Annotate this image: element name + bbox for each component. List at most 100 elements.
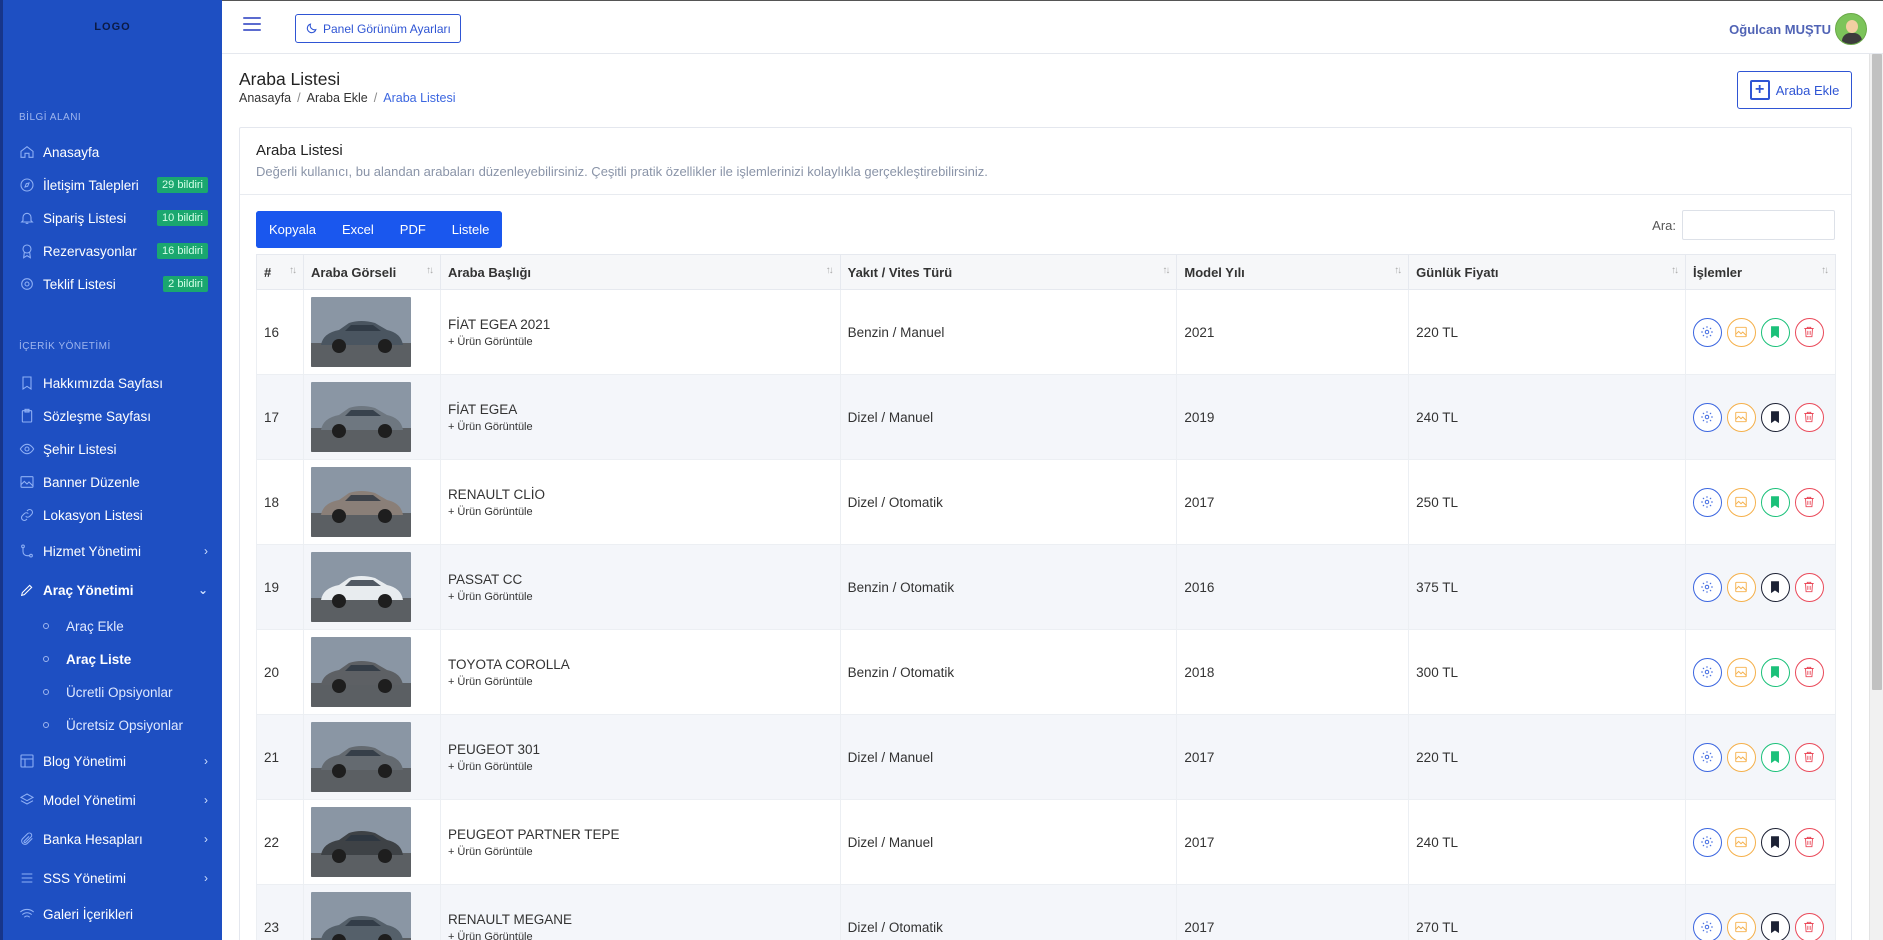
featured-toggle-button[interactable] bbox=[1760, 827, 1790, 857]
delete-button[interactable] bbox=[1794, 402, 1824, 432]
sidebar-item-blog[interactable]: Blog Yönetimi › bbox=[19, 748, 208, 774]
delete-button[interactable] bbox=[1794, 742, 1824, 772]
car-thumbnail[interactable] bbox=[310, 892, 411, 940]
breadcrumb-home[interactable]: Anasayfa bbox=[239, 91, 291, 105]
column-header-fuel[interactable]: Yakıt / Vites Türü ↑↓ bbox=[839, 254, 1178, 290]
sidebar-item-galeri[interactable]: Galeri İçerikleri bbox=[19, 901, 208, 927]
view-product-link[interactable]: + Ürün Görüntüle bbox=[448, 591, 833, 603]
card-description: Değerli kullanıcı, bu alandan arabaları … bbox=[256, 164, 988, 179]
car-thumbnail[interactable] bbox=[310, 722, 411, 792]
featured-toggle-button[interactable] bbox=[1760, 912, 1790, 940]
delete-button[interactable] bbox=[1794, 912, 1824, 940]
sidebar-item-teklif[interactable]: Teklif Listesi 2 bildiri bbox=[19, 271, 208, 297]
bookmark-icon bbox=[1771, 921, 1780, 934]
sidebar-subitem-arac-liste[interactable]: Araç Liste bbox=[43, 647, 131, 671]
sidebar-item-sss[interactable]: SSS Yönetimi › bbox=[19, 865, 208, 891]
car-thumbnail[interactable] bbox=[310, 297, 411, 367]
sidebar-item-hakkimizda[interactable]: Hakkımızda Sayfası bbox=[19, 370, 208, 396]
menu-toggle-icon[interactable] bbox=[243, 17, 261, 31]
settings-button[interactable] bbox=[1692, 827, 1722, 857]
gallery-button[interactable] bbox=[1726, 572, 1756, 602]
view-product-link[interactable]: + Ürün Görüntüle bbox=[448, 931, 833, 940]
car-thumbnail[interactable] bbox=[310, 467, 411, 537]
column-header-image[interactable]: Araba Görseli ↑↓ bbox=[302, 254, 441, 290]
trash-icon bbox=[1804, 326, 1815, 338]
sidebar-item-model[interactable]: Model Yönetimi › bbox=[19, 787, 208, 813]
table-row: 23 RENAULT MEGANE + Ürün Görüntüle Dizel… bbox=[256, 884, 1837, 940]
view-product-link[interactable]: + Ürün Görüntüle bbox=[448, 676, 833, 688]
user-menu[interactable]: Oğulcan MUŞTU bbox=[1729, 13, 1867, 45]
gallery-button[interactable] bbox=[1726, 402, 1756, 432]
car-thumbnail[interactable] bbox=[310, 382, 411, 452]
featured-toggle-button[interactable] bbox=[1760, 742, 1790, 772]
sidebar-item-banner[interactable]: Banner Düzenle bbox=[19, 469, 208, 495]
delete-button[interactable] bbox=[1794, 487, 1824, 517]
sidebar-item-arac[interactable]: Araç Yönetimi ⌄ bbox=[19, 577, 208, 603]
scrollbar-thumb[interactable] bbox=[1872, 54, 1882, 690]
list-button[interactable]: Listele bbox=[438, 211, 503, 248]
featured-toggle-button[interactable] bbox=[1760, 402, 1790, 432]
notification-badge: 10 bildiri bbox=[157, 210, 208, 226]
list-icon bbox=[19, 870, 35, 886]
search-input[interactable] bbox=[1682, 210, 1835, 240]
sidebar-item-lokasyon[interactable]: Lokasyon Listesi bbox=[19, 502, 208, 528]
car-thumbnail[interactable] bbox=[310, 552, 411, 622]
settings-button[interactable] bbox=[1692, 317, 1722, 347]
sidebar-subitem-arac-ekle[interactable]: Araç Ekle bbox=[43, 614, 124, 638]
pdf-button[interactable]: PDF bbox=[386, 211, 439, 248]
column-header-price[interactable]: Günlük Fiyatı ↑↓ bbox=[1408, 254, 1686, 290]
delete-button[interactable] bbox=[1794, 827, 1824, 857]
breadcrumb-add[interactable]: Araba Ekle bbox=[307, 91, 368, 105]
bookmark-icon bbox=[19, 375, 35, 391]
view-product-link[interactable]: + Ürün Görüntüle bbox=[448, 336, 833, 348]
featured-toggle-button[interactable] bbox=[1760, 657, 1790, 687]
settings-button[interactable] bbox=[1692, 912, 1722, 940]
sidebar-item-anasayfa[interactable]: Anasayfa bbox=[19, 139, 208, 165]
gallery-button[interactable] bbox=[1726, 487, 1756, 517]
settings-button[interactable] bbox=[1692, 742, 1722, 772]
delete-button[interactable] bbox=[1794, 572, 1824, 602]
sidebar-item-sehir[interactable]: Şehir Listesi bbox=[19, 436, 208, 462]
column-header-year[interactable]: Model Yılı ↑↓ bbox=[1176, 254, 1410, 290]
car-thumbnail[interactable] bbox=[310, 637, 411, 707]
featured-toggle-button[interactable] bbox=[1760, 317, 1790, 347]
sidebar-subitem-ucretsiz[interactable]: Ücretsiz Opsiyonlar bbox=[43, 713, 183, 737]
sidebar-item-iletisim[interactable]: İletişim Talepleri 29 bildiri bbox=[19, 172, 208, 198]
delete-button[interactable] bbox=[1794, 657, 1824, 687]
add-car-button[interactable]: + Araba Ekle bbox=[1737, 71, 1852, 109]
panel-view-settings-button[interactable]: Panel Görünüm Ayarları bbox=[295, 14, 461, 43]
sidebar-item-sozlesme[interactable]: Sözleşme Sayfası bbox=[19, 403, 208, 429]
view-product-link[interactable]: + Ürün Görüntüle bbox=[448, 421, 833, 433]
column-header-id[interactable]: # ↑↓ bbox=[256, 254, 304, 290]
copy-button[interactable]: Kopyala bbox=[256, 211, 329, 248]
sidebar-item-siparis[interactable]: Sipariş Listesi 10 bildiri bbox=[19, 205, 208, 231]
gallery-button[interactable] bbox=[1726, 827, 1756, 857]
settings-button[interactable] bbox=[1692, 402, 1722, 432]
gallery-button[interactable] bbox=[1726, 317, 1756, 347]
featured-toggle-button[interactable] bbox=[1760, 487, 1790, 517]
view-product-link[interactable]: + Ürün Görüntüle bbox=[448, 846, 833, 858]
car-thumbnail[interactable] bbox=[310, 807, 411, 877]
gallery-button[interactable] bbox=[1726, 657, 1756, 687]
gallery-button[interactable] bbox=[1726, 742, 1756, 772]
sidebar-subitem-ucretli[interactable]: Ücretli Opsiyonlar bbox=[43, 680, 173, 704]
sidebar-item-hizmet[interactable]: Hizmet Yönetimi › bbox=[19, 538, 208, 564]
column-header-actions[interactable]: İşlemler ↑↓ bbox=[1684, 254, 1837, 290]
settings-button[interactable] bbox=[1692, 487, 1722, 517]
topbar: Panel Görünüm Ayarları Oğulcan MUŞTU bbox=[222, 0, 1883, 54]
settings-button[interactable] bbox=[1692, 657, 1722, 687]
delete-button[interactable] bbox=[1794, 317, 1824, 347]
view-product-link[interactable]: + Ürün Görüntüle bbox=[448, 506, 833, 518]
sidebar-item-banka[interactable]: Banka Hesapları › bbox=[19, 826, 208, 852]
view-product-link[interactable]: + Ürün Görüntüle bbox=[448, 761, 833, 773]
sort-icon: ↑↓ bbox=[825, 265, 834, 276]
cell-image bbox=[302, 459, 441, 545]
page-scrollbar[interactable] bbox=[1869, 54, 1883, 940]
featured-toggle-button[interactable] bbox=[1760, 572, 1790, 602]
gallery-button[interactable] bbox=[1726, 912, 1756, 940]
sidebar-item-rezervasyon[interactable]: Rezervasyonlar 16 bildiri bbox=[19, 238, 208, 264]
excel-button[interactable]: Excel bbox=[328, 211, 387, 248]
settings-button[interactable] bbox=[1692, 572, 1722, 602]
logo[interactable]: LOGO bbox=[3, 0, 222, 54]
column-header-title[interactable]: Araba Başlığı ↑↓ bbox=[439, 254, 841, 290]
